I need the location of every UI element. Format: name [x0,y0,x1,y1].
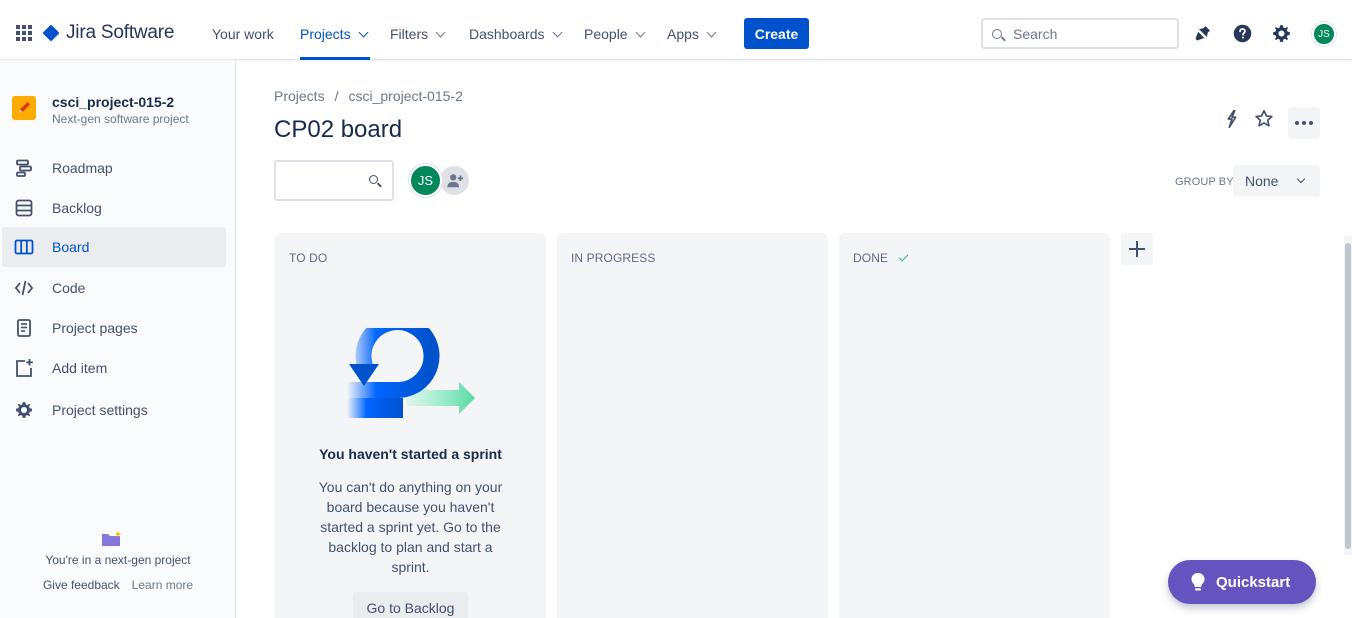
learn-more-link[interactable]: Learn more [132,578,193,592]
give-feedback-link[interactable]: Give feedback [43,578,120,592]
nav-dashboards[interactable]: Dashboards [469,24,562,44]
search-icon [992,28,1002,39]
project-header[interactable]: csci_project-015-2 Next-gen software pro… [12,94,189,126]
group-by-select[interactable]: None [1233,165,1320,197]
assignee-avatar[interactable]: JS [409,164,442,197]
board-column-todo: TO DO You haven't started a sprint You c… [275,233,546,618]
next-gen-footer: You're in a next-gen project Give feedba… [0,525,236,592]
nav-people[interactable]: People [584,24,646,44]
search-input[interactable] [1013,25,1163,42]
gear-icon [14,400,34,420]
search-icon [369,175,378,184]
quickstart-button[interactable]: Quickstart [1168,560,1316,604]
board-icon [14,237,34,257]
chevron-down-icon [1297,174,1306,184]
board-column-in-progress: IN PROGRESS [557,233,828,618]
sidebar-item-label: Board [52,239,90,255]
sidebar-item-label: Backlog [52,200,102,216]
star-icon[interactable] [1253,108,1275,130]
more-icon [1295,121,1299,125]
group-by-label: GROUP BY [1175,176,1234,188]
sidebar-item-label: Code [52,280,86,296]
global-search[interactable] [981,18,1179,49]
board-scrollbar[interactable] [1344,235,1352,555]
sidebar-item-roadmap[interactable]: Roadmap [2,148,226,188]
project-avatar [12,96,36,120]
breadcrumb-projects[interactable]: Projects [274,88,325,104]
add-item-icon [14,358,34,378]
add-column-button[interactable] [1121,233,1153,265]
notifications-icon[interactable] [1192,23,1213,44]
empty-state-body: You can't do anything on your board beca… [318,479,503,575]
nav-filters[interactable]: Filters [390,24,446,44]
chevron-down-icon [435,27,446,37]
project-sidebar: csci_project-015-2 Next-gen software pro… [0,60,236,618]
user-avatar[interactable]: JS [1312,22,1336,46]
sidebar-item-code[interactable]: Code [2,268,226,308]
pages-icon [14,318,34,338]
add-person-icon [446,173,463,187]
column-title: DONE [853,251,889,265]
check-icon [898,251,909,262]
nav-apps[interactable]: Apps [667,24,717,44]
project-name: csci_project-015-2 [52,94,175,110]
sidebar-item-project-pages[interactable]: Project pages [2,308,226,348]
empty-state-title: You haven't started a sprint [319,446,502,462]
code-icon [14,278,34,298]
chevron-down-icon [706,27,717,37]
column-title: IN PROGRESS [571,251,656,265]
nav-label: Your work [212,26,274,42]
breadcrumb-project[interactable]: csci_project-015-2 [348,88,462,104]
chevron-down-icon [635,27,646,37]
sidebar-item-backlog[interactable]: Backlog [2,188,226,228]
nav-label: Dashboards [469,26,545,42]
more-actions-button[interactable] [1288,107,1320,139]
sidebar-item-label: Roadmap [52,160,113,176]
breadcrumb-separator: / [334,88,339,104]
next-gen-message: You're in a next-gen project [45,553,191,567]
sidebar-item-label: Add item [52,360,108,376]
sidebar-item-label: Project settings [52,402,148,418]
roadmap-icon [14,158,34,178]
create-button[interactable]: Create [744,18,809,49]
help-icon[interactable] [1232,23,1253,44]
sidebar-item-add-item[interactable]: Add item [2,348,226,388]
sidebar-item-board[interactable]: Board [2,227,226,267]
sidebar-item-project-settings[interactable]: Project settings [2,390,226,430]
nav-label: People [584,26,628,42]
project-type: Next-gen software project [52,112,189,126]
nav-label: Apps [667,26,699,42]
chevron-down-icon [358,27,369,37]
plus-icon [1129,241,1145,257]
quickstart-label: Quickstart [1216,573,1291,591]
jira-logo-icon [42,24,60,42]
column-title: TO DO [289,251,328,265]
page-title: CP02 board [274,116,403,143]
breadcrumb: Projects / csci_project-015-2 [274,88,463,104]
jira-logo[interactable]: Jira Software [42,22,175,44]
folder-sparkle-icon [102,531,121,546]
group-by-value: None [1245,173,1279,189]
chevron-down-icon [552,27,562,37]
active-nav-indicator [300,57,370,60]
nav-projects[interactable]: Projects [300,24,369,44]
logo-text: Jira Software [66,22,175,43]
backlog-icon [14,198,34,218]
pencil-icon [19,102,30,113]
settings-icon[interactable] [1271,23,1292,44]
sidebar-item-label: Project pages [52,320,138,336]
lightbulb-icon [1191,573,1205,591]
go-to-backlog-button[interactable]: Go to Backlog [353,592,468,618]
top-navigation: Jira Software Your work Projects Filters… [0,0,1352,60]
scrollbar-thumb[interactable] [1345,243,1351,549]
board-column-done: DONE [839,233,1110,618]
board-search-input[interactable] [274,160,394,201]
app-switcher-icon[interactable] [16,25,32,41]
nav-label: Filters [390,26,429,42]
add-people-button[interactable] [438,164,471,197]
sprint-illustration [347,328,475,418]
nav-your-work[interactable]: Your work [212,24,274,44]
nav-label: Projects [300,26,351,42]
automation-icon[interactable] [1221,108,1243,130]
